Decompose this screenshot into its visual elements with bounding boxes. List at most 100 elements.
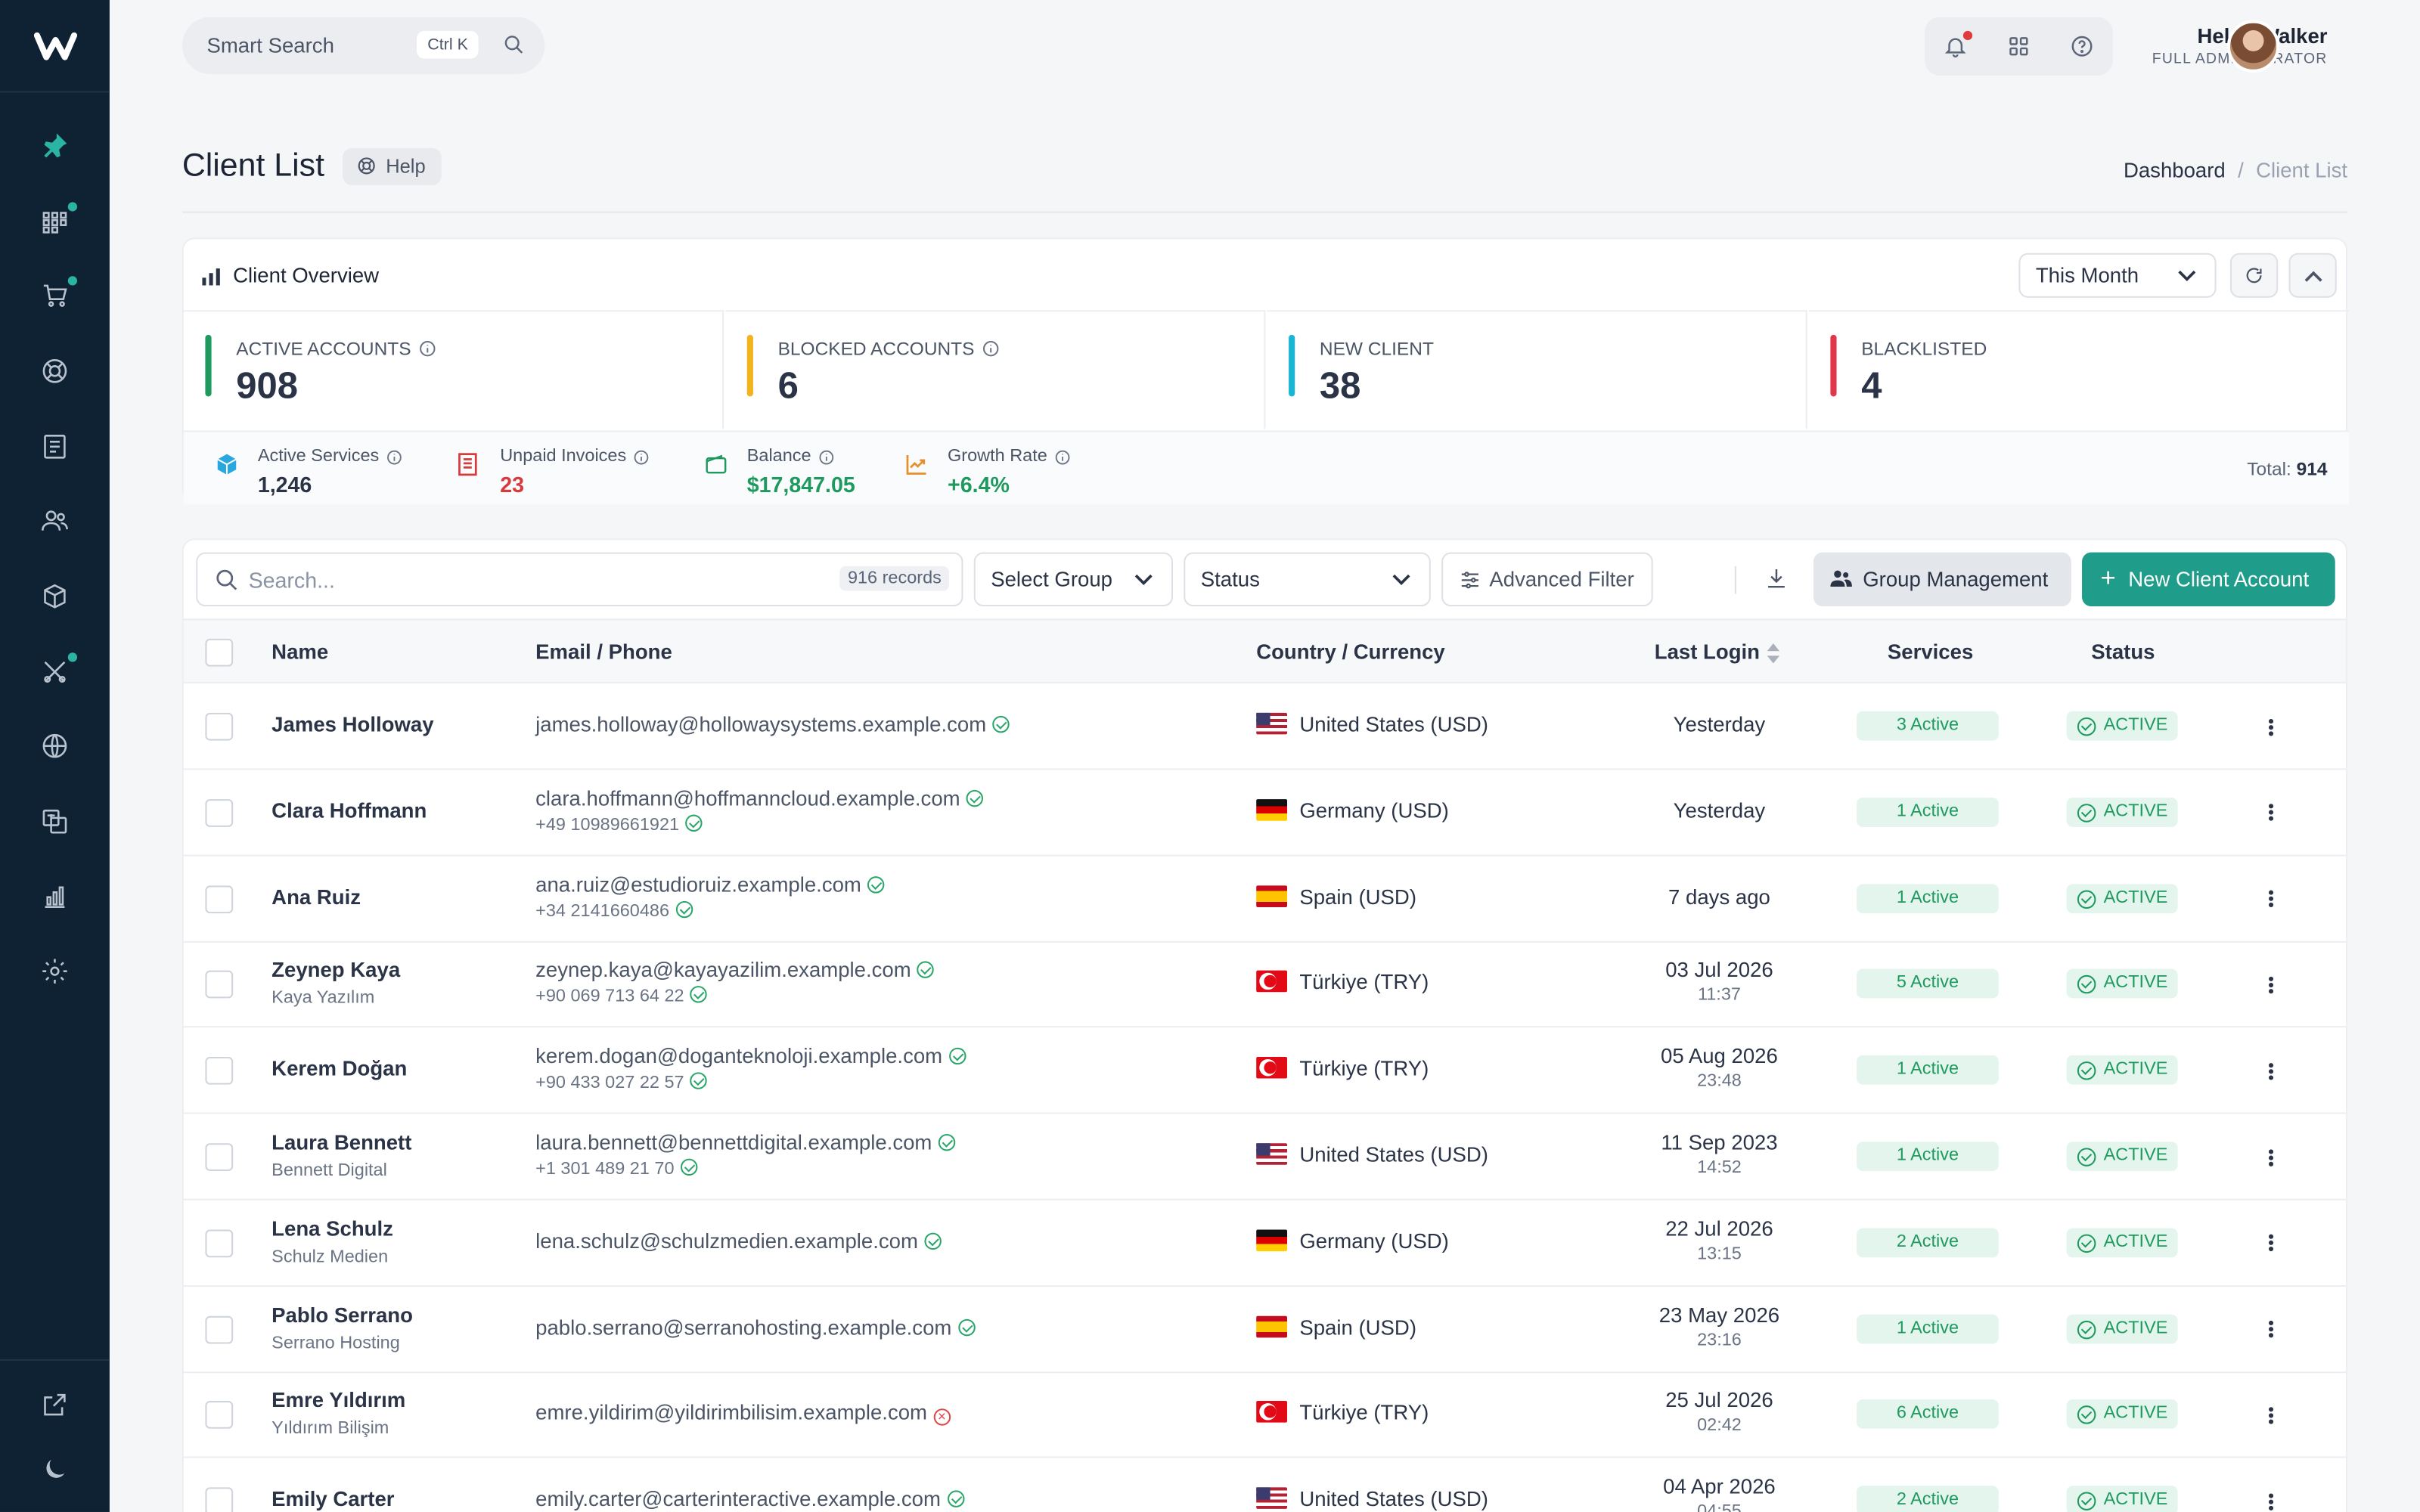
services-badge[interactable]: 2 Active bbox=[1857, 1486, 1999, 1512]
column-country-currency[interactable]: Country / Currency bbox=[1256, 640, 1445, 664]
table-row[interactable]: Emily Carter emily.carter@carterinteracti… bbox=[184, 1458, 2346, 1512]
row-checkbox[interactable] bbox=[205, 971, 234, 999]
sidebar-item-clients[interactable] bbox=[0, 484, 110, 559]
status-select[interactable]: Status bbox=[1184, 552, 1431, 607]
breadcrumb-dashboard[interactable]: Dashboard bbox=[2124, 159, 2226, 182]
services-badge[interactable]: 1 Active bbox=[1857, 797, 1999, 827]
sidebar-item-reports[interactable] bbox=[0, 859, 110, 934]
help-button[interactable]: Help bbox=[343, 147, 442, 185]
client-email[interactable]: kerem.dogan@doganteknoloji.example.com bbox=[535, 1045, 942, 1068]
services-badge[interactable]: 5 Active bbox=[1857, 969, 1999, 999]
info-icon[interactable] bbox=[419, 339, 437, 358]
client-email[interactable]: lena.schulz@schulzmedien.example.com bbox=[535, 1229, 918, 1253]
row-checkbox[interactable] bbox=[205, 1143, 234, 1171]
help-circle-icon[interactable] bbox=[2070, 34, 2095, 59]
sidebar-item-products[interactable] bbox=[0, 559, 110, 634]
download-icon[interactable] bbox=[1764, 566, 1789, 591]
row-checkbox[interactable] bbox=[205, 1315, 234, 1343]
client-name[interactable]: Emily Carter bbox=[271, 1488, 394, 1511]
app-logo[interactable] bbox=[0, 0, 110, 93]
table-row[interactable]: Emre Yıldırım Yıldırım Bilişim emre.yildir… bbox=[183, 1372, 2347, 1459]
column-last-login[interactable]: Last Login bbox=[1655, 640, 1760, 664]
sidebar-item-invoices[interactable] bbox=[0, 408, 110, 483]
info-icon[interactable] bbox=[818, 448, 834, 465]
client-name[interactable]: Lena Schulz bbox=[271, 1217, 393, 1241]
client-email[interactable]: emily.carter@carterinteractive.example.c… bbox=[535, 1488, 941, 1511]
services-badge[interactable]: 3 Active bbox=[1857, 711, 1999, 741]
client-name[interactable]: James Holloway bbox=[271, 713, 433, 736]
row-checkbox[interactable] bbox=[205, 712, 234, 741]
sidebar-item-domains[interactable] bbox=[0, 709, 110, 784]
client-name[interactable]: Laura Bennett bbox=[271, 1131, 411, 1154]
row-actions-button[interactable] bbox=[2266, 1402, 2275, 1430]
row-actions-button[interactable] bbox=[2266, 1229, 2275, 1257]
row-checkbox[interactable] bbox=[205, 798, 234, 827]
table-row[interactable]: Clara Hoffmann clara.hoffmann@hoffmannclo… bbox=[183, 770, 2347, 857]
services-badge[interactable]: 1 Active bbox=[1857, 1055, 1999, 1086]
info-icon[interactable] bbox=[632, 448, 649, 465]
sidebar-item-settings[interactable] bbox=[0, 934, 110, 1009]
sidebar-item-translate[interactable] bbox=[0, 784, 110, 859]
services-badge[interactable]: 1 Active bbox=[1857, 883, 1999, 913]
table-search-input[interactable]: Search... 916 records bbox=[196, 552, 963, 607]
sort-icon[interactable] bbox=[1767, 643, 1780, 664]
column-name[interactable]: Name bbox=[271, 640, 328, 664]
sidebar-item-orders[interactable] bbox=[0, 259, 110, 333]
new-client-button[interactable]: + New Client Account bbox=[2082, 552, 2335, 607]
client-name[interactable]: Clara Hoffmann bbox=[271, 799, 427, 823]
column-services[interactable]: Services bbox=[1888, 640, 1973, 664]
services-badge[interactable]: 6 Active bbox=[1857, 1399, 1999, 1430]
client-name[interactable]: Emre Yıldırım bbox=[271, 1390, 405, 1413]
sidebar-item-tools[interactable] bbox=[0, 634, 110, 708]
table-row[interactable]: Zeynep Kaya Kaya Yazılım zeynep.kaya@kayay… bbox=[183, 942, 2347, 1028]
sidebar-item-external[interactable] bbox=[0, 1370, 110, 1438]
table-row[interactable]: Pablo Serrano Serrano Hosting pablo.serran… bbox=[183, 1286, 2347, 1373]
client-name[interactable]: Ana Ruiz bbox=[271, 885, 361, 909]
row-actions-button[interactable] bbox=[2266, 1315, 2275, 1343]
table-row[interactable]: James Holloway james.holloway@hollowaysys… bbox=[183, 683, 2347, 770]
info-icon[interactable] bbox=[1053, 448, 1070, 465]
info-icon[interactable] bbox=[982, 339, 1001, 358]
client-name[interactable]: Kerem Doğan bbox=[271, 1057, 407, 1080]
group-management-button[interactable]: Group Management bbox=[1813, 552, 2071, 607]
collapse-button[interactable] bbox=[2288, 253, 2337, 298]
smart-search[interactable]: Smart Search Ctrl K bbox=[182, 17, 545, 74]
services-badge[interactable]: 1 Active bbox=[1857, 1313, 1999, 1343]
select-all-checkbox[interactable] bbox=[205, 638, 234, 667]
column-email-phone[interactable]: Email / Phone bbox=[535, 640, 672, 664]
info-icon[interactable] bbox=[385, 448, 402, 465]
client-email[interactable]: james.holloway@hollowaysystems.example.c… bbox=[535, 713, 986, 736]
row-checkbox[interactable] bbox=[205, 885, 234, 913]
avatar[interactable] bbox=[2226, 20, 2280, 73]
row-actions-button[interactable] bbox=[2266, 1057, 2275, 1085]
group-select[interactable]: Select Group bbox=[973, 552, 1174, 607]
table-row[interactable]: Laura Bennett Bennett Digital laura.bennet… bbox=[183, 1114, 2347, 1201]
sidebar-item-apps[interactable] bbox=[0, 183, 110, 258]
client-email[interactable]: clara.hoffmann@hoffmanncloud.example.com bbox=[535, 786, 960, 810]
sidebar-item-theme[interactable] bbox=[0, 1438, 110, 1500]
services-badge[interactable]: 1 Active bbox=[1857, 1142, 1999, 1171]
row-actions-button[interactable] bbox=[2266, 971, 2275, 999]
client-email[interactable]: pablo.serrano@serranohosting.example.com bbox=[535, 1315, 951, 1339]
row-actions-button[interactable] bbox=[2266, 1143, 2275, 1171]
refresh-button[interactable] bbox=[2229, 253, 2279, 298]
row-checkbox[interactable] bbox=[205, 1229, 234, 1257]
client-name[interactable]: Zeynep Kaya bbox=[271, 959, 400, 982]
client-email[interactable]: emre.yildirim@yildirimbilisim.example.co… bbox=[535, 1402, 927, 1425]
row-actions-button[interactable] bbox=[2266, 713, 2275, 741]
row-actions-button[interactable] bbox=[2266, 885, 2275, 913]
client-name[interactable]: Pablo Serrano bbox=[271, 1303, 413, 1327]
row-actions-button[interactable] bbox=[2266, 1488, 2275, 1512]
period-select[interactable]: This Month bbox=[2018, 253, 2217, 298]
table-row[interactable]: Kerem Doğan kerem.dogan@doganteknoloji.ex… bbox=[183, 1028, 2347, 1114]
row-checkbox[interactable] bbox=[205, 1057, 234, 1086]
apps-grid-icon[interactable] bbox=[2006, 34, 2031, 59]
sidebar-item-pinned[interactable] bbox=[0, 108, 110, 183]
row-actions-button[interactable] bbox=[2266, 799, 2275, 827]
sidebar-item-support[interactable] bbox=[0, 333, 110, 408]
row-checkbox[interactable] bbox=[205, 1401, 234, 1430]
table-row[interactable]: Ana Ruiz ana.ruiz@estudioruiz.example.com… bbox=[183, 856, 2347, 943]
client-email[interactable]: ana.ruiz@estudioruiz.example.com bbox=[535, 872, 861, 896]
client-email[interactable]: laura.bennett@bennettdigital.example.com bbox=[535, 1131, 932, 1154]
table-row[interactable]: Lena Schulz Schulz Medien lena.schulz@schu… bbox=[183, 1200, 2347, 1287]
